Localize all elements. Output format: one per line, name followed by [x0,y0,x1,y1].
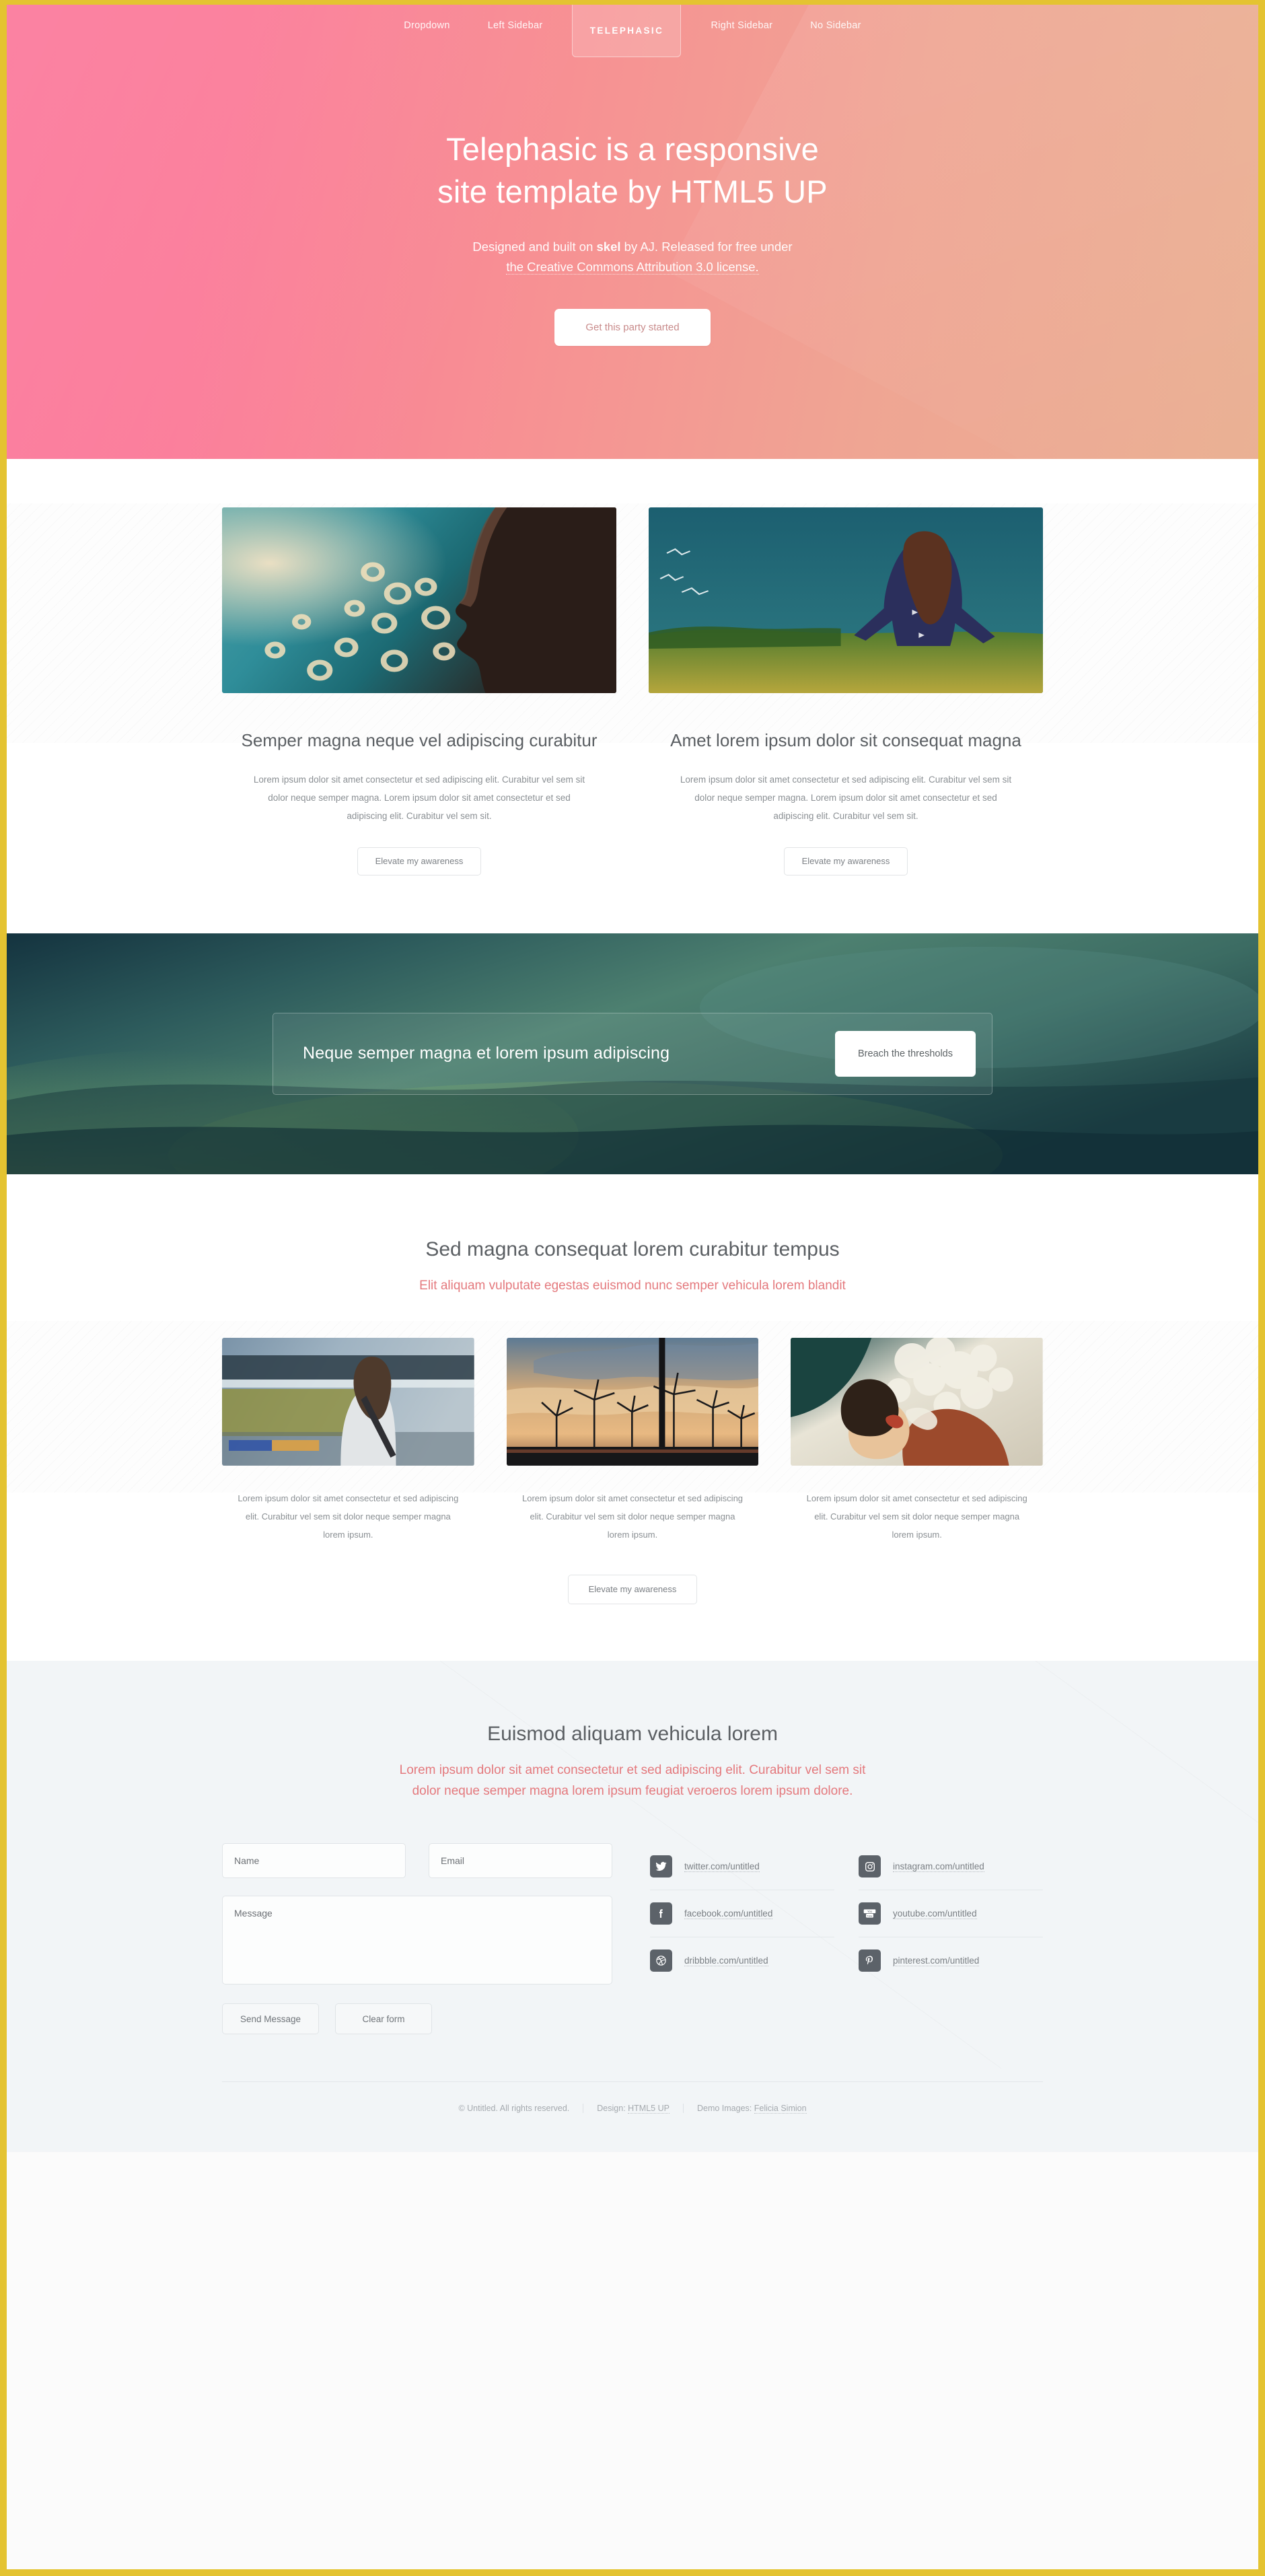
copyright-list: © Untitled. All rights reserved. Design:… [445,2104,820,2114]
threeup-section: Sed magna consequat lorem curabitur temp… [7,1174,1258,1661]
social-link-label[interactable]: facebook.com/untitled [684,1908,773,1919]
banner-cta-box: Neque semper magna et lorem ipsum adipis… [273,1012,992,1095]
threeup-heading: Sed magna consequat lorem curabitur temp… [425,1238,840,1260]
nav-item-no-sidebar[interactable]: No Sidebar [791,5,880,31]
dribbble-icon [650,1949,672,1972]
page-root: Dropdown Left Sidebar TELEPHASIC Right S… [0,0,1265,2576]
contact-header: Euismod aliquam vehicula lorem Lorem ips… [7,1723,1258,1801]
site-logo[interactable]: TELEPHASIC [572,5,682,57]
threeup-body: Lorem ipsum dolor sit amet consectetur e… [806,1493,1027,1540]
name-input[interactable] [222,1843,406,1878]
nav-item-dropdown[interactable]: Dropdown [385,5,469,31]
main-navigation: Dropdown Left Sidebar TELEPHASIC Right S… [7,5,1258,57]
threeup-column: Lorem ipsum dolor sit amet consectetur e… [506,1338,759,1544]
copyright-bar: © Untitled. All rights reserved. Design:… [222,2081,1043,2152]
contact-subheading-line-1: Lorem ipsum dolor sit amet consectetur e… [399,1763,866,1778]
social-links: twitter.com/untitled instagram.com/untit… [650,1843,1043,2034]
contact-subheading: Lorem ipsum dolor sit amet consectetur e… [7,1760,1258,1801]
feature-body: Lorem ipsum dolor sit amet consectetur e… [680,774,1012,821]
contact-footer-section: Euismod aliquam vehicula lorem Lorem ips… [7,1661,1258,2152]
threeup-body: Lorem ipsum dolor sit amet consectetur e… [521,1493,744,1540]
threeup-row: Lorem ipsum dolor sit amet consectetur e… [222,1338,1044,1544]
threeup-column: Lorem ipsum dolor sit amet consectetur e… [222,1338,474,1544]
feature-card: Semper magna neque vel adipiscing curabi… [222,507,616,875]
train-platform-photo [222,1338,474,1466]
feature-button[interactable]: Elevate my awareness [783,847,908,875]
twitter-icon [650,1855,672,1877]
nav-item-left-sidebar[interactable]: Left Sidebar [469,5,562,31]
threeup-column: Lorem ipsum dolor sit amet consectetur e… [791,1338,1044,1544]
hero-subtitle: Designed and built on skel by AJ. Releas… [7,237,1258,277]
svg-text:You: You [867,1910,872,1913]
hero-cta-button[interactable]: Get this party started [554,308,711,346]
hero-content: Telephasic is a responsive site template… [7,56,1258,346]
feature-heading: Semper magna neque vel adipiscing curabi… [241,730,598,750]
hero-subtitle-part-1: Designed and built on [472,240,597,254]
social-link-label[interactable]: instagram.com/untitled [893,1861,984,1872]
social-grid: twitter.com/untitled instagram.com/untit… [650,1843,1043,1984]
hero-section: Dropdown Left Sidebar TELEPHASIC Right S… [7,5,1258,459]
threeup-button[interactable]: Elevate my awareness [567,1575,698,1605]
social-item-facebook[interactable]: facebook.com/untitled [650,1890,834,1937]
copyright-item: © Untitled. All rights reserved. [458,2104,570,2113]
pinterest-icon [859,1949,881,1972]
copyright-images-label: Demo Images: [696,2104,754,2113]
features-row: Semper magna neque vel adipiscing curabi… [222,507,1043,875]
hero-subtitle-license: the Creative Commons Attribution 3.0 lic… [506,259,759,275]
social-link-label[interactable]: twitter.com/untitled [684,1861,760,1872]
copyright-item: Demo Images: Felicia Simion [682,2104,820,2114]
feature-body: Lorem ipsum dolor sit amet consectetur e… [253,774,585,821]
social-link-label[interactable]: dribbble.com/untitled [684,1956,768,1966]
social-item-pinterest[interactable]: pinterest.com/untitled [859,1937,1043,1984]
message-input[interactable] [222,1896,612,1984]
hero-title: Telephasic is a responsive site template… [7,129,1258,213]
contact-body: Send Message Clear form twitter.com/unti… [222,1843,1043,2034]
nav-item-right-sidebar[interactable]: Right Sidebar [692,5,791,31]
instagram-icon [859,1855,881,1877]
features-section: Semper magna neque vel adipiscing curabi… [7,459,1258,933]
contact-form: Send Message Clear form [222,1843,612,2034]
site-logo-label: TELEPHASIC [589,26,664,36]
email-input[interactable] [429,1843,612,1878]
feature-button[interactable]: Elevate my awareness [357,847,482,875]
copyright-images-link[interactable]: Felicia Simion [754,2104,807,2114]
contact-heading: Euismod aliquam vehicula lorem [487,1723,778,1746]
feature-card: Amet lorem ipsum dolor sit consequat mag… [649,507,1043,875]
hero-subtitle-part-2: by AJ. Released for free under [620,240,793,254]
hero-title-line-2: site template by HTML5 UP [437,173,828,209]
facebook-icon [650,1902,672,1925]
social-item-instagram[interactable]: instagram.com/untitled [859,1843,1043,1890]
copyright-item: Design: HTML5 UP [583,2104,683,2114]
social-link-label[interactable]: youtube.com/untitled [893,1908,977,1919]
social-link-label[interactable]: pinterest.com/untitled [893,1956,980,1966]
banner-section: Neque semper magna et lorem ipsum adipis… [7,933,1258,1174]
wind-turbines-photo [506,1338,759,1466]
contact-form-row [222,1843,612,1878]
social-item-dribbble[interactable]: dribbble.com/untitled [650,1937,834,1984]
svg-text:Tube: Tube [867,1915,872,1917]
hero-title-line-1: Telephasic is a responsive [446,131,819,167]
contact-form-buttons: Send Message Clear form [222,2003,612,2034]
clear-form-button[interactable]: Clear form [335,2003,432,2034]
social-item-youtube[interactable]: You Tube youtube.com/untitled [859,1890,1043,1937]
social-item-twitter[interactable]: twitter.com/untitled [650,1843,834,1890]
banner-button[interactable]: Breach the thresholds [834,1030,976,1077]
copyright-design-label: Design: [597,2104,628,2113]
woman-field-photo [649,507,1043,693]
man-bokeh-photo [222,507,616,693]
youtube-icon: You Tube [859,1902,881,1925]
contact-subheading-line-2: dolor neque semper magna lorem ipsum feu… [412,1783,853,1798]
copyright-design-link[interactable]: HTML5 UP [628,2104,670,2114]
banner-text: Neque semper magna et lorem ipsum adipis… [303,1044,670,1063]
hero-subtitle-bold: skel [596,240,621,254]
threeup-body: Lorem ipsum dolor sit amet consectetur e… [238,1493,459,1540]
send-message-button[interactable]: Send Message [222,2003,319,2034]
threeup-subheading: Elit aliquam vulputate egestas euismod n… [419,1278,846,1293]
woman-flowers-photo [791,1338,1044,1466]
feature-heading: Amet lorem ipsum dolor sit consequat mag… [670,730,1021,750]
